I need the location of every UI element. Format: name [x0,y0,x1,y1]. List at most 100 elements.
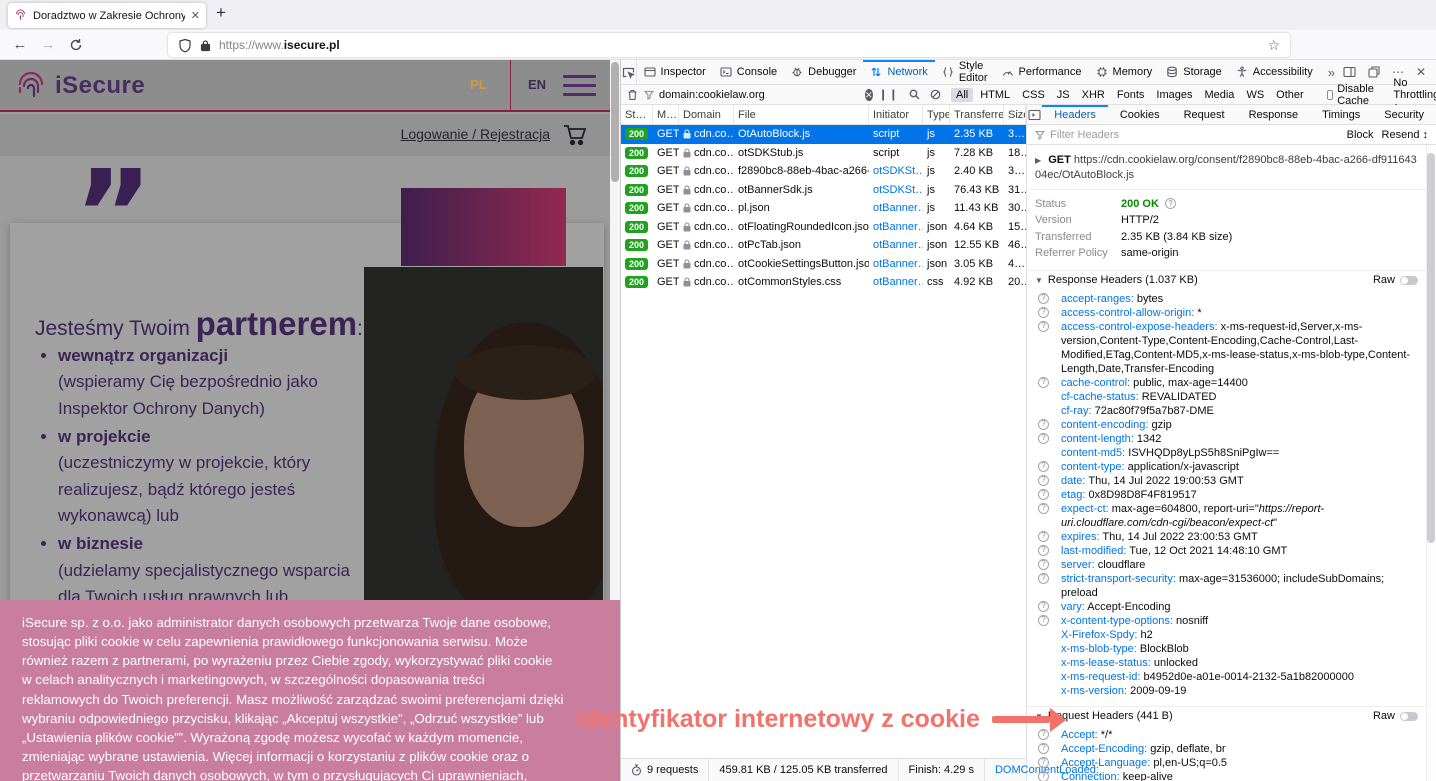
response-header-row[interactable]: ? content-length: 1342 [1027,432,1422,446]
block-url-button[interactable]: Block [1347,129,1374,141]
clear-filter-icon[interactable]: ✕ [865,89,873,101]
reload-button[interactable] [62,38,90,52]
help-icon[interactable]: ? [1038,601,1049,612]
response-header-row[interactable]: ? cf-cache-status: REVALIDATED [1027,390,1422,404]
search-icon[interactable] [909,89,920,100]
type-filter-button[interactable]: XHR [1077,88,1110,102]
response-headers-header[interactable]: ▼ Response Headers (1.037 KB) Raw [1027,271,1426,290]
sidebar-toggle-icon[interactable] [1027,109,1042,121]
details-tab[interactable]: Response [1237,105,1311,124]
cart-icon[interactable] [562,122,588,148]
details-tab[interactable]: Timings [1310,105,1372,124]
browser-tab[interactable]: Doradztwo w Zakresie Ochrony Dany ✕ [8,3,206,28]
network-request-row[interactable]: 200 GET cdn.co… otCommonStyles.css otBan… [621,273,1026,292]
response-header-row[interactable]: ? x-ms-version: 2009-09-19 [1027,684,1422,698]
type-filter-button[interactable]: Other [1271,88,1309,102]
type-filter-button[interactable]: Media [1199,88,1239,102]
response-header-row[interactable]: ? server: cloudflare [1027,558,1422,572]
help-icon[interactable]: ? [1038,321,1049,332]
response-header-row[interactable]: ? access-control-allow-origin: * [1027,306,1422,320]
type-filter-button[interactable]: Images [1151,88,1197,102]
raw-toggle[interactable] [1400,276,1418,285]
response-header-row[interactable]: ? strict-transport-security: max-age=315… [1027,572,1422,600]
request-header-row[interactable]: ? Accept: */* [1027,728,1422,742]
help-icon[interactable]: ? [1038,377,1049,388]
network-request-row[interactable]: 200 GET cdn.co… pl.json otBanner… js 11.… [621,199,1026,218]
details-tab[interactable]: Headers [1042,105,1108,124]
devtools-tab[interactable]: Accessibility [1229,60,1320,84]
help-icon[interactable]: ? [1038,743,1049,754]
response-header-row[interactable]: ? cf-ray: 72ac80f79f5a7b87-DME [1027,404,1422,418]
more-tools-chevron-icon[interactable]: » [1320,65,1343,80]
column-header-type[interactable]: Type [923,105,950,124]
help-icon[interactable]: ? [1038,419,1049,430]
column-header-size[interactable]: Size [1004,105,1026,124]
response-header-row[interactable]: ? last-modified: Tue, 12 Oct 2021 14:48:… [1027,544,1422,558]
help-icon[interactable]: ? [1038,293,1049,304]
column-header-status[interactable]: St… [621,105,653,124]
bookmark-star-icon[interactable]: ☆ [1267,37,1280,54]
response-header-row[interactable]: ? x-ms-blob-type: BlockBlob [1027,642,1422,656]
login-register-link[interactable]: Logowanie / Rejestracja [401,126,550,142]
help-icon[interactable]: ? [1038,475,1049,486]
help-icon[interactable]: ? [1038,307,1049,318]
collapse-triangle-icon[interactable]: ▼ [1035,712,1043,721]
response-header-row[interactable]: ? accept-ranges: bytes [1027,292,1422,306]
expand-caret-icon[interactable]: ▶ [1035,156,1041,165]
help-icon[interactable]: ? [1038,771,1049,781]
disable-cache-control[interactable]: Disable Cache [1327,83,1378,107]
help-icon[interactable]: ? [1038,545,1049,556]
response-header-row[interactable]: ? expires: Thu, 14 Jul 2022 23:00:53 GMT [1027,530,1422,544]
column-header-file[interactable]: File [734,105,869,124]
help-icon[interactable]: ? [1038,573,1049,584]
type-filter-button[interactable]: CSS [1017,88,1050,102]
response-header-row[interactable]: ? x-ms-lease-status: unlocked [1027,656,1422,670]
request-url-line[interactable]: ▶ GET https://cdn.cookielaw.org/consent/… [1027,145,1426,190]
pause-recording-icon[interactable]: ❙❙ [879,88,899,101]
details-scrollbar[interactable] [1426,145,1436,781]
request-header-row[interactable]: ? Connection: keep-alive [1027,770,1422,781]
devtools-tab[interactable]: Memory [1089,60,1160,84]
column-header-method[interactable]: M… [653,105,679,124]
details-tab[interactable]: Cookies [1108,105,1172,124]
response-header-row[interactable]: ? content-encoding: gzip [1027,418,1422,432]
response-header-row[interactable]: ? expect-ct: max-age=604800, report-uri=… [1027,502,1422,530]
help-icon[interactable]: ? [1038,489,1049,500]
help-icon[interactable]: ? [1038,615,1049,626]
help-icon[interactable]: ? [1165,198,1176,209]
network-request-row[interactable]: 200 GET cdn.co… otFloatingRoundedIcon.js… [621,218,1026,237]
response-header-row[interactable]: ? vary: Accept-Encoding [1027,600,1422,614]
resend-button[interactable]: Resend ↕ [1382,129,1428,141]
request-header-row[interactable]: ? Accept-Language: pl,en-US;q=0.5 [1027,756,1422,770]
network-request-row[interactable]: 200 GET cdn.co… otPcTab.json otBanner… j… [621,236,1026,255]
column-header-initiator[interactable]: Initiator [869,105,923,124]
help-icon[interactable]: ? [1038,461,1049,472]
details-tab[interactable]: Request [1172,105,1237,124]
devtools-tab[interactable]: Style Editor [935,60,995,84]
response-header-row[interactable]: ? x-ms-request-id: b4952d0e-a01e-0014-21… [1027,670,1422,684]
response-header-row[interactable]: ? access-control-expose-headers: x-ms-re… [1027,320,1422,376]
type-filter-button[interactable]: HTML [975,88,1015,102]
page-scrollbar-thumb[interactable] [611,62,619,182]
response-header-row[interactable]: ? date: Thu, 14 Jul 2022 19:00:53 GMT [1027,474,1422,488]
response-header-row[interactable]: ? cache-control: public, max-age=14400 [1027,376,1422,390]
disable-cache-checkbox[interactable] [1327,90,1334,100]
block-requests-icon[interactable] [930,89,941,100]
response-header-row[interactable]: ? x-content-type-options: nosniff [1027,614,1422,628]
responsive-mode-icon[interactable] [1343,66,1356,78]
devtools-tab[interactable]: Storage [1159,60,1229,84]
help-icon[interactable]: ? [1038,503,1049,514]
details-tab[interactable]: Security [1372,105,1436,124]
help-icon[interactable]: ? [1038,531,1049,542]
help-icon[interactable]: ? [1038,729,1049,740]
network-request-row[interactable]: 200 GET cdn.co… otBannerSdk.js otSDKSt… … [621,181,1026,200]
url-bar[interactable]: https://www.isecure.pl ☆ [168,33,1290,57]
request-headers-header[interactable]: ▼ Request Headers (441 B) Raw [1027,707,1426,726]
devtools-tab[interactable]: Network [863,60,934,84]
response-header-row[interactable]: ? X-Firefox-Spdy: h2 [1027,628,1422,642]
clear-requests-icon[interactable] [627,89,638,101]
new-tab-button[interactable]: + [216,3,226,23]
forward-button[interactable]: → [34,36,62,53]
network-request-row[interactable]: 200 GET cdn.co… OtAutoBlock.js script js… [621,125,1026,144]
response-header-row[interactable]: ? content-md5: ISVHQDp8yLpS5h8SniPgIw== [1027,446,1422,460]
